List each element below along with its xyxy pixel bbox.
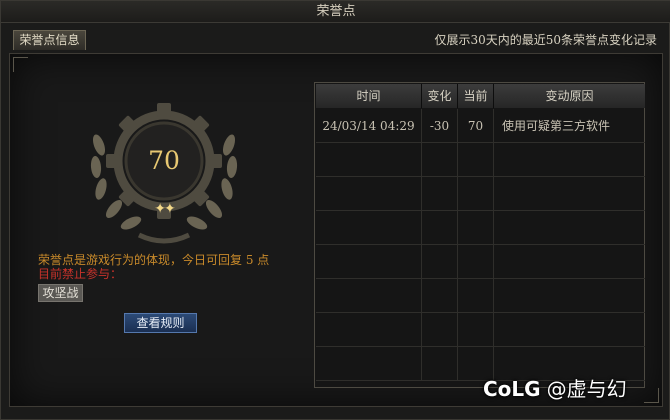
cell-reason: 使用可疑第三方软件 (502, 119, 611, 133)
banned-activity-badge: 攻坚战 (38, 284, 83, 302)
record-notice: 仅展示30天内的最近50条荣誉点变化记录 (434, 33, 657, 47)
header-current: 当前 (458, 84, 494, 108)
watermark-author: @虚与幻 (546, 377, 627, 401)
header-time: 时间 (316, 84, 422, 108)
table-header: 时间 变化 当前 变动原因 (316, 84, 645, 108)
table-body: 24/03/14 04:29 -30 70 使用可疑第三方软件 (316, 109, 645, 381)
cell-time: 24/03/14 04:29 (316, 109, 422, 143)
table-row-empty (316, 313, 645, 347)
honor-emblem: 70 ✦✦ (79, 89, 249, 249)
header-change: 变化 (422, 84, 458, 108)
honor-points-window: 荣誉点 荣誉点信息 仅展示30天内的最近50条荣誉点变化记录 70 ✦✦ 荣誉点… (0, 0, 670, 420)
table-row-empty (316, 279, 645, 313)
table-row-empty (316, 177, 645, 211)
header-reason: 变动原因 (494, 84, 645, 108)
honor-score: 70 (148, 146, 180, 175)
table-row-empty (316, 143, 645, 177)
table-row-empty (316, 211, 645, 245)
table-row-empty (316, 245, 645, 279)
sparkle-icon: ✦✦ (154, 201, 175, 217)
tab-honor-info[interactable]: 荣誉点信息 (13, 30, 86, 50)
cell-change: -30 (422, 109, 458, 143)
honor-history-table: 时间 变化 当前 变动原因 24/03/14 04:29 -30 70 使用可疑… (314, 82, 645, 388)
table-row: 24/03/14 04:29 -30 70 使用可疑第三方软件 (316, 109, 645, 143)
colg-watermark: CoLG @虚与幻 (483, 373, 627, 402)
colg-logo: CoLG (483, 377, 541, 401)
ban-label: 目前禁止参与： (38, 267, 123, 281)
cell-current: 70 (458, 109, 494, 143)
view-rules-button[interactable]: 查看规则 (124, 313, 197, 333)
window-title: 荣誉点 (1, 1, 670, 23)
